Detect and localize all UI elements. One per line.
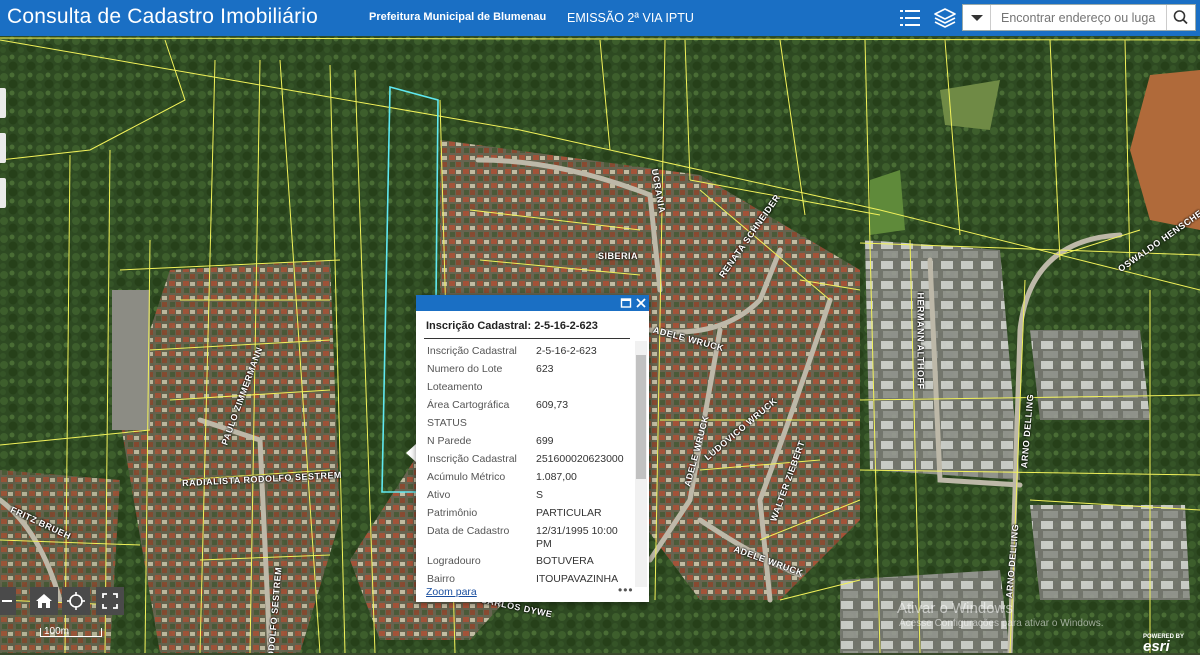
fullscreen-icon bbox=[102, 593, 118, 609]
attribute-value: 12/31/1995 10:00 PM bbox=[536, 525, 618, 550]
list-icon[interactable] bbox=[899, 7, 921, 29]
attribute-label: Inscrição Cadastral bbox=[427, 345, 517, 357]
attribute-label: Acúmulo Métrico bbox=[427, 471, 506, 483]
windows-watermark-title: Ativar o Windows bbox=[897, 600, 1013, 617]
scale-label: 100m bbox=[44, 626, 70, 637]
home-icon bbox=[36, 594, 52, 608]
popup-pointer bbox=[406, 444, 416, 462]
home-button[interactable] bbox=[30, 587, 58, 615]
search-input[interactable] bbox=[991, 5, 1167, 30]
attribute-value: 609,73 bbox=[536, 399, 569, 411]
attribute-value: 623 bbox=[536, 363, 554, 375]
attribute-label: STATUS bbox=[427, 417, 467, 429]
esri-logo[interactable]: esri bbox=[1143, 638, 1170, 655]
maximize-icon[interactable] bbox=[619, 296, 633, 310]
attribute-label: Loteamento bbox=[427, 381, 483, 393]
attribute-label: N Parede bbox=[427, 435, 472, 447]
locate-button[interactable] bbox=[62, 587, 90, 615]
attribute-value: BOTUVERA bbox=[536, 555, 594, 567]
side-panel-tab[interactable] bbox=[0, 133, 6, 163]
popup-scrollbar[interactable] bbox=[635, 341, 647, 587]
popup-titlebar bbox=[416, 295, 649, 311]
zoom-to-link[interactable]: Zoom para bbox=[426, 586, 477, 598]
attribute-label: Bairro bbox=[427, 573, 456, 585]
attribute-value: 251600020623000 bbox=[536, 453, 624, 465]
attribute-value: PARTICULAR bbox=[536, 507, 602, 519]
popup-divider bbox=[424, 338, 630, 339]
popup-title: Inscrição Cadastral: 2-5-16-2-623 bbox=[426, 320, 598, 332]
link-emissao-iptu[interactable]: EMISSÃO 2ª VIA IPTU bbox=[567, 11, 694, 25]
minus-icon bbox=[2, 600, 12, 602]
attribute-value: 1.087,00 bbox=[536, 471, 577, 483]
attribute-label: Patrimônio bbox=[427, 507, 478, 519]
search-box bbox=[962, 4, 1196, 31]
street-label: SIBERIA bbox=[598, 251, 639, 261]
locate-icon bbox=[67, 592, 85, 610]
more-options-button[interactable]: ••• bbox=[618, 583, 634, 597]
attribute-label: Logradouro bbox=[427, 555, 481, 567]
search-button[interactable] bbox=[1166, 5, 1195, 30]
popup-attributes[interactable]: Inscrição Cadastral 2-5-16-2-623 Numero d… bbox=[416, 341, 634, 587]
fullscreen-button[interactable] bbox=[96, 587, 124, 615]
attribute-label: Inscrição Cadastral bbox=[427, 453, 517, 465]
windows-watermark-subtitle: Acesse Configurações para ativar o Windo… bbox=[899, 618, 1104, 629]
app-title: Consulta de Cadastro Imobiliário bbox=[7, 5, 319, 28]
search-icon bbox=[1173, 10, 1188, 25]
side-panel-tab[interactable] bbox=[0, 88, 6, 118]
zoom-out-button[interactable] bbox=[0, 587, 16, 615]
caret-down-icon[interactable] bbox=[963, 5, 991, 30]
attribute-label: Numero do Lote bbox=[427, 363, 503, 375]
attribute-label: Data de Cadastro bbox=[427, 525, 510, 537]
layers-icon[interactable] bbox=[934, 7, 956, 29]
link-prefeitura[interactable]: Prefeitura Municipal de Blumenau bbox=[369, 11, 546, 23]
attribute-label: Ativo bbox=[427, 489, 451, 501]
feature-popup: Inscrição Cadastral: 2-5-16-2-623 Inscri… bbox=[416, 295, 649, 602]
popup-scrollbar-thumb[interactable] bbox=[636, 355, 646, 479]
attribute-value: S bbox=[536, 489, 544, 501]
attribute-value: 2-5-16-2-623 bbox=[536, 345, 597, 357]
street-label: HERMANN ALTHOFF bbox=[915, 292, 926, 390]
app-header: Consulta de Cadastro Imobiliário Prefeit… bbox=[0, 0, 1200, 36]
side-panel-tab[interactable] bbox=[0, 178, 6, 208]
attribute-label: Área Cartográfica bbox=[427, 399, 510, 411]
attribute-value: 699 bbox=[536, 435, 554, 447]
close-icon[interactable] bbox=[634, 296, 648, 310]
